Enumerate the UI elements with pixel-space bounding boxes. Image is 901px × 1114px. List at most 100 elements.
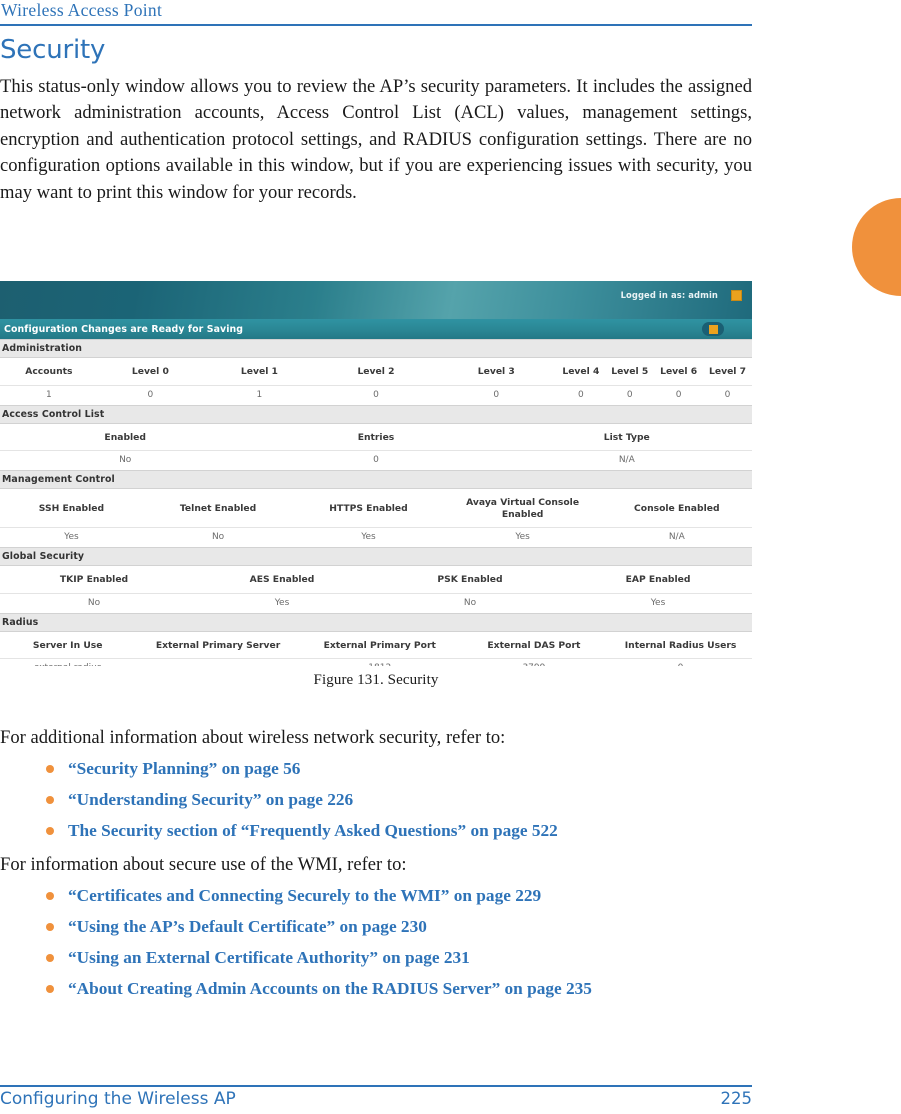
table-administration: Accounts Level 0 Level 1 Level 2 Level 3…	[0, 358, 752, 405]
link-label[interactable]: “Using the AP’s Default Certificate” on …	[68, 917, 427, 936]
save-icon	[708, 324, 718, 334]
column-header: Accounts	[0, 358, 98, 386]
cell-value: No	[376, 593, 564, 613]
figure-caption: Figure 131. Security	[313, 672, 439, 688]
list-item[interactable]: “Certificates and Connecting Securely to…	[0, 886, 752, 906]
cell-value: 1812	[300, 658, 459, 666]
list-item[interactable]: “Understanding Security” on page 226	[0, 790, 752, 810]
cross-reference-list-1: “Security Planning” on page 56 “Understa…	[0, 759, 752, 841]
column-header: Telnet Enabled	[142, 489, 294, 528]
bullet-icon	[46, 954, 54, 962]
column-header: Level 4	[556, 358, 606, 386]
column-header: HTTPS Enabled	[293, 489, 444, 528]
table-header-row: TKIP Enabled AES Enabled PSK Enabled EAP…	[0, 566, 752, 594]
table-header-row: Accounts Level 0 Level 1 Level 2 Level 3…	[0, 358, 752, 386]
list-item[interactable]: “About Creating Admin Accounts on the RA…	[0, 979, 752, 999]
save-config-label: Configuration Changes are Ready for Savi…	[4, 323, 244, 335]
column-header: SSH Enabled	[0, 489, 143, 528]
table-header-row: Server In Use External Primary Server Ex…	[0, 631, 752, 659]
cell-value: 0	[97, 385, 204, 405]
link-label[interactable]: “Certificates and Connecting Securely to…	[68, 886, 541, 905]
page-number: 225	[720, 1089, 753, 1108]
link-label[interactable]: “Security Planning” on page 56	[68, 759, 300, 778]
cell-value: Yes	[0, 527, 143, 547]
cell-value: 3799	[458, 658, 610, 666]
cell-value: 1	[203, 385, 316, 405]
table-row: 1 0 1 0 0 0 0 0 0	[0, 385, 752, 405]
lower-content: For additional information about wireles…	[0, 725, 752, 1010]
table-header-row: Enabled Entries List Type	[0, 423, 752, 451]
section-header-global-security: Global Security	[0, 547, 752, 566]
cell-value: 0	[436, 385, 557, 405]
table-row: No Yes No Yes	[0, 593, 752, 613]
section-tab-marker	[852, 198, 901, 296]
bullet-icon	[46, 892, 54, 900]
column-header: PSK Enabled	[376, 566, 564, 594]
cell-value: 0	[703, 385, 752, 405]
save-config-button[interactable]	[702, 322, 724, 336]
cell-value: N/A	[501, 450, 752, 470]
lead-paragraph-2: For information about secure use of the …	[0, 854, 407, 875]
link-label[interactable]: “About Creating Admin Accounts on the RA…	[68, 979, 592, 998]
bullet-icon	[46, 796, 54, 804]
column-header: EAP Enabled	[564, 566, 752, 594]
table-header-row: SSH Enabled Telnet Enabled HTTPS Enabled…	[0, 489, 752, 528]
logged-in-label: Logged in as: admin	[620, 290, 718, 300]
cell-value: 1	[0, 385, 98, 405]
running-header-rule	[0, 24, 752, 26]
bullet-icon	[46, 827, 54, 835]
cell-value: 0	[315, 385, 437, 405]
cell-value: No	[0, 593, 188, 613]
column-header: Level 0	[97, 358, 204, 386]
section-header-access-control-list: Access Control List	[0, 404, 752, 424]
link-label[interactable]: “Understanding Security” on page 226	[68, 790, 353, 809]
link-label[interactable]: The Security section of “Frequently Aske…	[68, 821, 558, 840]
table-access-control-list: Enabled Entries List Type No 0 N/A	[0, 423, 752, 470]
column-header: External DAS Port	[458, 631, 610, 659]
list-item[interactable]: “Security Planning” on page 56	[0, 759, 752, 779]
intro-paragraph: This status-only window allows you to re…	[0, 75, 752, 203]
section-header-management-control: Management Control	[0, 470, 752, 489]
cell-value: 0	[250, 450, 502, 470]
column-header: Entries	[250, 423, 502, 451]
column-header: TKIP Enabled	[0, 566, 188, 594]
cell-value: No	[0, 450, 251, 470]
cell-value: 0	[609, 658, 752, 666]
table-management-control: SSH Enabled Telnet Enabled HTTPS Enabled…	[0, 489, 752, 547]
link-label[interactable]: “Using an External Certificate Authority…	[68, 948, 470, 967]
cell-value: N/A	[601, 527, 752, 547]
list-item[interactable]: The Security section of “Frequently Aske…	[0, 821, 752, 841]
section-header-radius: Radius	[0, 612, 752, 632]
header-user-icon[interactable]	[731, 290, 742, 301]
cross-reference-list-2: “Certificates and Connecting Securely to…	[0, 886, 752, 999]
cell-value: No	[142, 527, 294, 547]
save-config-banner: Configuration Changes are Ready for Savi…	[0, 319, 752, 339]
cell-value: 0	[654, 385, 704, 405]
column-header: Internal Radius Users	[609, 631, 752, 659]
column-header: External Primary Port	[300, 631, 459, 659]
column-header: Level 7	[703, 358, 752, 386]
column-header: Level 2	[315, 358, 437, 386]
table-global-security: TKIP Enabled AES Enabled PSK Enabled EAP…	[0, 566, 752, 613]
cell-value: Yes	[443, 527, 602, 547]
column-header: External Primary Server	[135, 631, 301, 659]
column-header: Level 3	[436, 358, 557, 386]
list-item[interactable]: “Using an External Certificate Authority…	[0, 948, 752, 968]
column-header: Enabled	[0, 423, 251, 451]
content-column: Security This status-only window allows …	[0, 36, 752, 207]
column-header: Server In Use	[0, 631, 136, 659]
table-row: Yes No Yes Yes N/A	[0, 527, 752, 547]
column-header: Console Enabled	[601, 489, 752, 528]
running-header: Wireless Access Point	[1, 0, 163, 20]
cell-value: 0	[556, 385, 606, 405]
section-header-administration: Administration	[0, 339, 752, 358]
document-page: Wireless Access Point Security This stat…	[0, 0, 901, 1114]
table-radius: Server In Use External Primary Server Ex…	[0, 631, 752, 666]
column-header: List Type	[501, 423, 752, 451]
cell-value: Yes	[564, 593, 752, 613]
cell-value: Yes	[188, 593, 376, 613]
footer-rule	[0, 1085, 752, 1087]
column-header: Level 1	[203, 358, 316, 386]
wmi-security-screenshot: Logged in as: admin Configuration Change…	[0, 281, 752, 666]
list-item[interactable]: “Using the AP’s Default Certificate” on …	[0, 917, 752, 937]
